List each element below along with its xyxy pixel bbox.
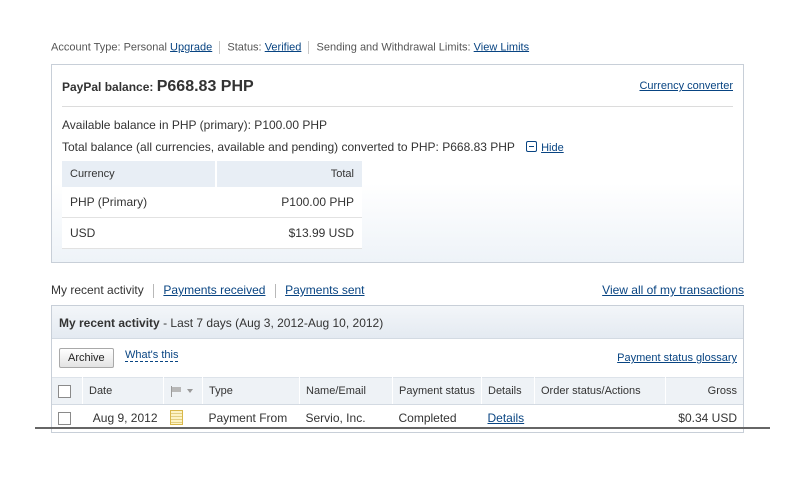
verified-link[interactable]: Verified <box>265 41 302 53</box>
balance-heading: PayPal balance: P668.83 PHP <box>62 78 254 96</box>
archive-button[interactable]: Archive <box>59 348 114 368</box>
table-header-row: Date Type Name/Email Payment status Deta… <box>52 377 743 405</box>
name-column-header[interactable]: Name/Email <box>299 377 393 405</box>
activity-date-range: - Last 7 days (Aug 3, 2012-Aug 10, 2012) <box>163 316 384 330</box>
limits-label: Sending and Withdrawal Limits: <box>316 41 471 54</box>
details-column-header: Details <box>481 377 535 405</box>
total-cell: $13.99 USD <box>215 217 362 249</box>
total-column-header: Total <box>215 161 362 187</box>
currency-converter-link[interactable]: Currency converter <box>639 80 733 92</box>
payment-status-glossary-link[interactable]: Payment status glossary <box>617 352 737 364</box>
currency-cell: USD <box>62 217 216 249</box>
divider <box>153 283 155 298</box>
total-balance-text: Total balance (all currencies, available… <box>62 140 515 154</box>
select-all-checkbox[interactable] <box>58 384 71 398</box>
table-row: PHP (Primary) P100.00 PHP <box>62 187 362 218</box>
account-type-label: Account Type: Personal <box>51 41 167 54</box>
tab-payments-received[interactable]: Payments received <box>163 283 265 297</box>
currency-table: Currency Total PHP (Primary) P100.00 PHP… <box>62 161 362 249</box>
divider <box>219 41 221 54</box>
currency-column-header: Currency <box>62 161 217 187</box>
select-all-header <box>52 377 83 405</box>
total-balance-line: Total balance (all currencies, available… <box>62 140 564 154</box>
tab-my-recent-activity[interactable]: My recent activity <box>51 283 144 297</box>
payment-status-column-header[interactable]: Payment status <box>392 377 482 405</box>
flag-icon <box>170 385 184 397</box>
activity-header: My recent activity - Last 7 days (Aug 3,… <box>52 306 743 339</box>
details-link[interactable]: Details <box>488 411 525 425</box>
activity-title: My recent activity - Last 7 days (Aug 3,… <box>59 316 383 330</box>
balance-panel: PayPal balance: P668.83 PHP Currency con… <box>51 64 744 263</box>
whats-this-link[interactable]: What's this <box>125 349 179 362</box>
divider <box>308 41 310 54</box>
flag-column-header[interactable] <box>163 377 203 405</box>
divider <box>35 427 770 429</box>
currency-cell: PHP (Primary) <box>62 187 216 218</box>
type-column-header[interactable]: Type <box>202 377 300 405</box>
row-checkbox[interactable] <box>58 411 71 425</box>
chevron-down-icon <box>187 389 193 394</box>
balance-label: PayPal balance: <box>62 80 154 94</box>
upgrade-link[interactable]: Upgrade <box>170 41 212 53</box>
activity-panel: My recent activity - Last 7 days (Aug 3,… <box>51 305 744 433</box>
divider <box>274 283 276 298</box>
account-status-bar: Account Type: Personal Upgrade Status: V… <box>51 41 529 54</box>
table-header-row: Currency Total <box>62 161 362 187</box>
activity-toolbar: Archive What's this Payment status gloss… <box>52 339 743 375</box>
activity-title-bold: My recent activity <box>59 316 160 330</box>
order-status-column-header: Order status/Actions <box>534 377 666 405</box>
hide-link[interactable]: Hide <box>541 142 564 154</box>
hide-toggle[interactable]: Hide <box>526 141 564 154</box>
activity-tabs: My recent activity Payments received Pay… <box>51 283 365 298</box>
table-row: USD $13.99 USD <box>62 217 362 249</box>
status-label: Status: <box>227 41 262 54</box>
gross-column-header[interactable]: Gross <box>665 377 743 405</box>
date-column-header[interactable]: Date <box>82 377 164 405</box>
note-icon[interactable] <box>169 410 183 426</box>
divider <box>62 106 733 107</box>
available-balance-text: Available balance in PHP (primary): P100… <box>62 118 328 132</box>
total-cell: P100.00 PHP <box>215 187 362 218</box>
tab-payments-sent[interactable]: Payments sent <box>285 283 364 297</box>
view-all-transactions-link[interactable]: View all of my transactions <box>602 283 744 297</box>
minus-icon[interactable] <box>526 141 538 152</box>
balance-amount: P668.83 PHP <box>156 78 254 95</box>
view-limits-link[interactable]: View Limits <box>474 41 529 53</box>
transactions-table: Date Type Name/Email Payment status Deta… <box>52 377 743 430</box>
